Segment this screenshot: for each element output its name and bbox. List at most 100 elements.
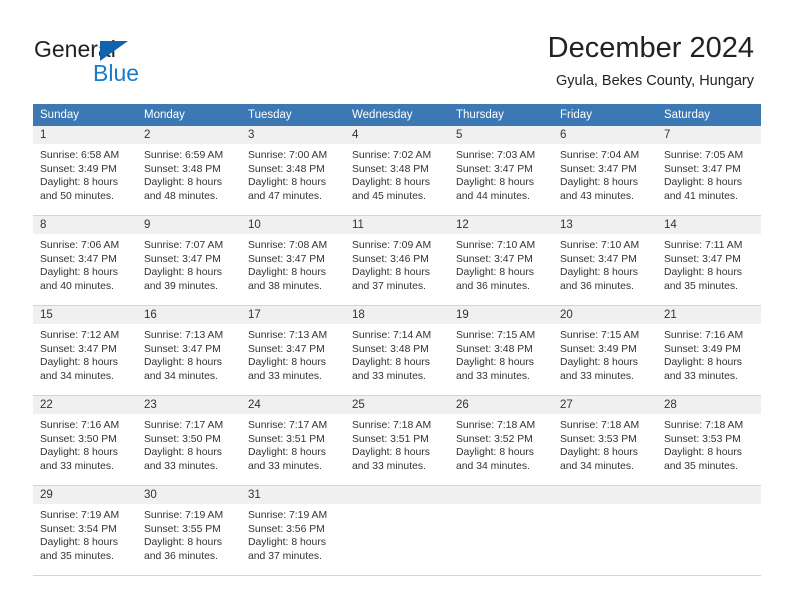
day-number: 5 <box>449 126 553 144</box>
day-number <box>657 486 761 504</box>
day-sunset: Sunset: 3:47 PM <box>456 253 533 265</box>
calendar-day-cell[interactable]: 30 Sunrise: 7:19 AM Sunset: 3:55 PM Dayligh… <box>137 486 241 576</box>
calendar-day-cell[interactable]: 16 Sunrise: 7:13 AM Sunset: 3:47 PM Dayligh… <box>137 306 241 396</box>
day-daylight-line2: and 39 minutes. <box>144 280 218 292</box>
day-sunrise: Sunrise: 6:58 AM <box>40 150 120 161</box>
day-cell-inner: 16 Sunrise: 7:13 AM Sunset: 3:47 PM Dayligh… <box>137 306 241 396</box>
calendar-day-cell[interactable]: 13 Sunrise: 7:10 AM Sunset: 3:47 PM Dayligh… <box>553 216 657 306</box>
day-cell-inner: 6 Sunrise: 7:04 AM Sunset: 3:47 PM Daylight… <box>553 126 657 216</box>
calendar-day-cell[interactable]: 6 Sunrise: 7:04 AM Sunset: 3:47 PM Daylight… <box>553 126 657 216</box>
day-sunset: Sunset: 3:47 PM <box>664 253 741 265</box>
calendar-day-cell[interactable]: 27 Sunrise: 7:18 AM Sunset: 3:53 PM Dayligh… <box>553 396 657 486</box>
calendar-day-cell[interactable]: 23 Sunrise: 7:17 AM Sunset: 3:50 PM Dayligh… <box>137 396 241 486</box>
calendar-day-cell[interactable]: 20 Sunrise: 7:15 AM Sunset: 3:49 PM Dayligh… <box>553 306 657 396</box>
calendar-day-cell[interactable]: 25 Sunrise: 7:18 AM Sunset: 3:51 PM Dayligh… <box>345 396 449 486</box>
calendar-day-cell[interactable]: 1 Sunrise: 6:58 AM Sunset: 3:49 PM Daylight… <box>33 126 137 216</box>
day-details: Sunrise: 7:13 AM Sunset: 3:47 PM Daylight:… <box>137 324 241 383</box>
calendar-day-cell[interactable]: 9 Sunrise: 7:07 AM Sunset: 3:47 PM Daylight… <box>137 216 241 306</box>
calendar-day-cell[interactable]: 2 Sunrise: 6:59 AM Sunset: 3:48 PM Daylight… <box>137 126 241 216</box>
page-subtitle: Gyula, Bekes County, Hungary <box>556 73 754 89</box>
day-daylight-line1: Daylight: 8 hours <box>248 447 326 459</box>
calendar-day-cell[interactable]: 24 Sunrise: 7:17 AM Sunset: 3:51 PM Dayligh… <box>241 396 345 486</box>
calendar-day-cell[interactable]: 10 Sunrise: 7:08 AM Sunset: 3:47 PM Dayligh… <box>241 216 345 306</box>
day-cell-inner: 23 Sunrise: 7:17 AM Sunset: 3:50 PM Dayligh… <box>137 396 241 486</box>
page-header: General Blue December 2024 Gyula, Bekes … <box>0 0 792 98</box>
calendar-day-cell[interactable]: 26 Sunrise: 7:18 AM Sunset: 3:52 PM Dayligh… <box>449 396 553 486</box>
day-sunset: Sunset: 3:47 PM <box>40 253 117 265</box>
calendar-day-cell[interactable]: 28 Sunrise: 7:18 AM Sunset: 3:53 PM Dayligh… <box>657 396 761 486</box>
day-details: Sunrise: 7:10 AM Sunset: 3:47 PM Daylight:… <box>449 234 553 293</box>
calendar-day-cell[interactable]: 4 Sunrise: 7:02 AM Sunset: 3:48 PM Daylight… <box>345 126 449 216</box>
day-sunrise: Sunrise: 7:11 AM <box>664 240 743 251</box>
day-details <box>449 504 553 509</box>
day-daylight-line2: and 33 minutes. <box>664 370 738 382</box>
day-sunrise: Sunrise: 7:15 AM <box>560 330 640 341</box>
day-number: 17 <box>241 306 345 324</box>
day-details: Sunrise: 7:18 AM Sunset: 3:51 PM Daylight:… <box>345 414 449 473</box>
calendar-day-cell[interactable]: 11 Sunrise: 7:09 AM Sunset: 3:46 PM Dayligh… <box>345 216 449 306</box>
day-cell-inner: 25 Sunrise: 7:18 AM Sunset: 3:51 PM Dayligh… <box>345 396 449 486</box>
day-details: Sunrise: 7:18 AM Sunset: 3:53 PM Daylight:… <box>553 414 657 473</box>
day-daylight-line2: and 35 minutes. <box>664 280 738 292</box>
day-daylight-line1: Daylight: 8 hours <box>560 447 638 459</box>
day-number: 1 <box>33 126 137 144</box>
calendar-day-cell[interactable]: 31 Sunrise: 7:19 AM Sunset: 3:56 PM Dayligh… <box>241 486 345 576</box>
day-number: 23 <box>137 396 241 414</box>
day-daylight-line2: and 33 minutes. <box>144 460 218 472</box>
day-daylight-line1: Daylight: 8 hours <box>352 267 430 279</box>
day-cell-inner: 9 Sunrise: 7:07 AM Sunset: 3:47 PM Daylight… <box>137 216 241 306</box>
day-cell-inner: 15 Sunrise: 7:12 AM Sunset: 3:47 PM Dayligh… <box>33 306 137 396</box>
day-cell-inner: 14 Sunrise: 7:11 AM Sunset: 3:47 PM Dayligh… <box>657 216 761 306</box>
calendar-grid: Sunday Monday Tuesday Wednesday Thursday… <box>33 104 761 576</box>
calendar-day-cell[interactable]: 8 Sunrise: 7:06 AM Sunset: 3:47 PM Daylight… <box>33 216 137 306</box>
calendar-day-cell-empty <box>449 486 553 576</box>
day-number: 6 <box>553 126 657 144</box>
calendar-day-cell[interactable]: 29 Sunrise: 7:19 AM Sunset: 3:54 PM Dayligh… <box>33 486 137 576</box>
calendar-day-cell[interactable]: 5 Sunrise: 7:03 AM Sunset: 3:47 PM Daylight… <box>449 126 553 216</box>
day-cell-inner: 12 Sunrise: 7:10 AM Sunset: 3:47 PM Dayligh… <box>449 216 553 306</box>
calendar-day-cell[interactable]: 7 Sunrise: 7:05 AM Sunset: 3:47 PM Daylight… <box>657 126 761 216</box>
day-sunrise: Sunrise: 7:05 AM <box>664 150 744 161</box>
day-cell-inner: 21 Sunrise: 7:16 AM Sunset: 3:49 PM Dayligh… <box>657 306 761 396</box>
day-details <box>657 504 761 509</box>
day-sunrise: Sunrise: 7:00 AM <box>248 150 328 161</box>
day-cell-inner <box>553 486 657 576</box>
calendar-week-row: 8 Sunrise: 7:06 AM Sunset: 3:47 PM Daylight… <box>33 216 761 306</box>
brand-logo[interactable]: General Blue <box>34 36 204 88</box>
day-daylight-line1: Daylight: 8 hours <box>144 447 222 459</box>
calendar-day-cell[interactable]: 18 Sunrise: 7:14 AM Sunset: 3:48 PM Dayligh… <box>345 306 449 396</box>
day-cell-inner: 24 Sunrise: 7:17 AM Sunset: 3:51 PM Dayligh… <box>241 396 345 486</box>
calendar-day-cell[interactable]: 12 Sunrise: 7:10 AM Sunset: 3:47 PM Dayligh… <box>449 216 553 306</box>
day-number: 19 <box>449 306 553 324</box>
calendar-day-cell[interactable]: 17 Sunrise: 7:13 AM Sunset: 3:47 PM Dayligh… <box>241 306 345 396</box>
day-daylight-line2: and 34 minutes. <box>560 460 634 472</box>
day-sunset: Sunset: 3:48 PM <box>352 163 429 175</box>
calendar-day-cell[interactable]: 22 Sunrise: 7:16 AM Sunset: 3:50 PM Dayligh… <box>33 396 137 486</box>
day-daylight-line1: Daylight: 8 hours <box>560 357 638 369</box>
calendar-week-row: 22 Sunrise: 7:16 AM Sunset: 3:50 PM Dayligh… <box>33 396 761 486</box>
day-details: Sunrise: 7:07 AM Sunset: 3:47 PM Daylight:… <box>137 234 241 293</box>
day-number: 28 <box>657 396 761 414</box>
calendar-day-cell[interactable]: 21 Sunrise: 7:16 AM Sunset: 3:49 PM Dayligh… <box>657 306 761 396</box>
day-daylight-line2: and 33 minutes. <box>352 370 426 382</box>
day-cell-inner <box>449 486 553 576</box>
day-number: 11 <box>345 216 449 234</box>
day-daylight-line1: Daylight: 8 hours <box>144 357 222 369</box>
day-daylight-line1: Daylight: 8 hours <box>352 177 430 189</box>
day-daylight-line1: Daylight: 8 hours <box>664 357 742 369</box>
day-number: 24 <box>241 396 345 414</box>
day-daylight-line1: Daylight: 8 hours <box>144 177 222 189</box>
day-sunrise: Sunrise: 7:09 AM <box>352 240 432 251</box>
triangle-icon <box>100 41 128 61</box>
day-number: 8 <box>33 216 137 234</box>
day-daylight-line1: Daylight: 8 hours <box>456 357 534 369</box>
day-sunset: Sunset: 3:47 PM <box>144 343 221 355</box>
calendar-day-cell[interactable]: 14 Sunrise: 7:11 AM Sunset: 3:47 PM Dayligh… <box>657 216 761 306</box>
day-daylight-line1: Daylight: 8 hours <box>248 267 326 279</box>
calendar-day-cell[interactable]: 19 Sunrise: 7:15 AM Sunset: 3:48 PM Dayligh… <box>449 306 553 396</box>
day-number: 9 <box>137 216 241 234</box>
day-daylight-line2: and 33 minutes. <box>248 460 322 472</box>
day-daylight-line2: and 33 minutes. <box>352 460 426 472</box>
calendar-day-cell[interactable]: 15 Sunrise: 7:12 AM Sunset: 3:47 PM Dayligh… <box>33 306 137 396</box>
calendar-day-cell[interactable]: 3 Sunrise: 7:00 AM Sunset: 3:48 PM Daylight… <box>241 126 345 216</box>
